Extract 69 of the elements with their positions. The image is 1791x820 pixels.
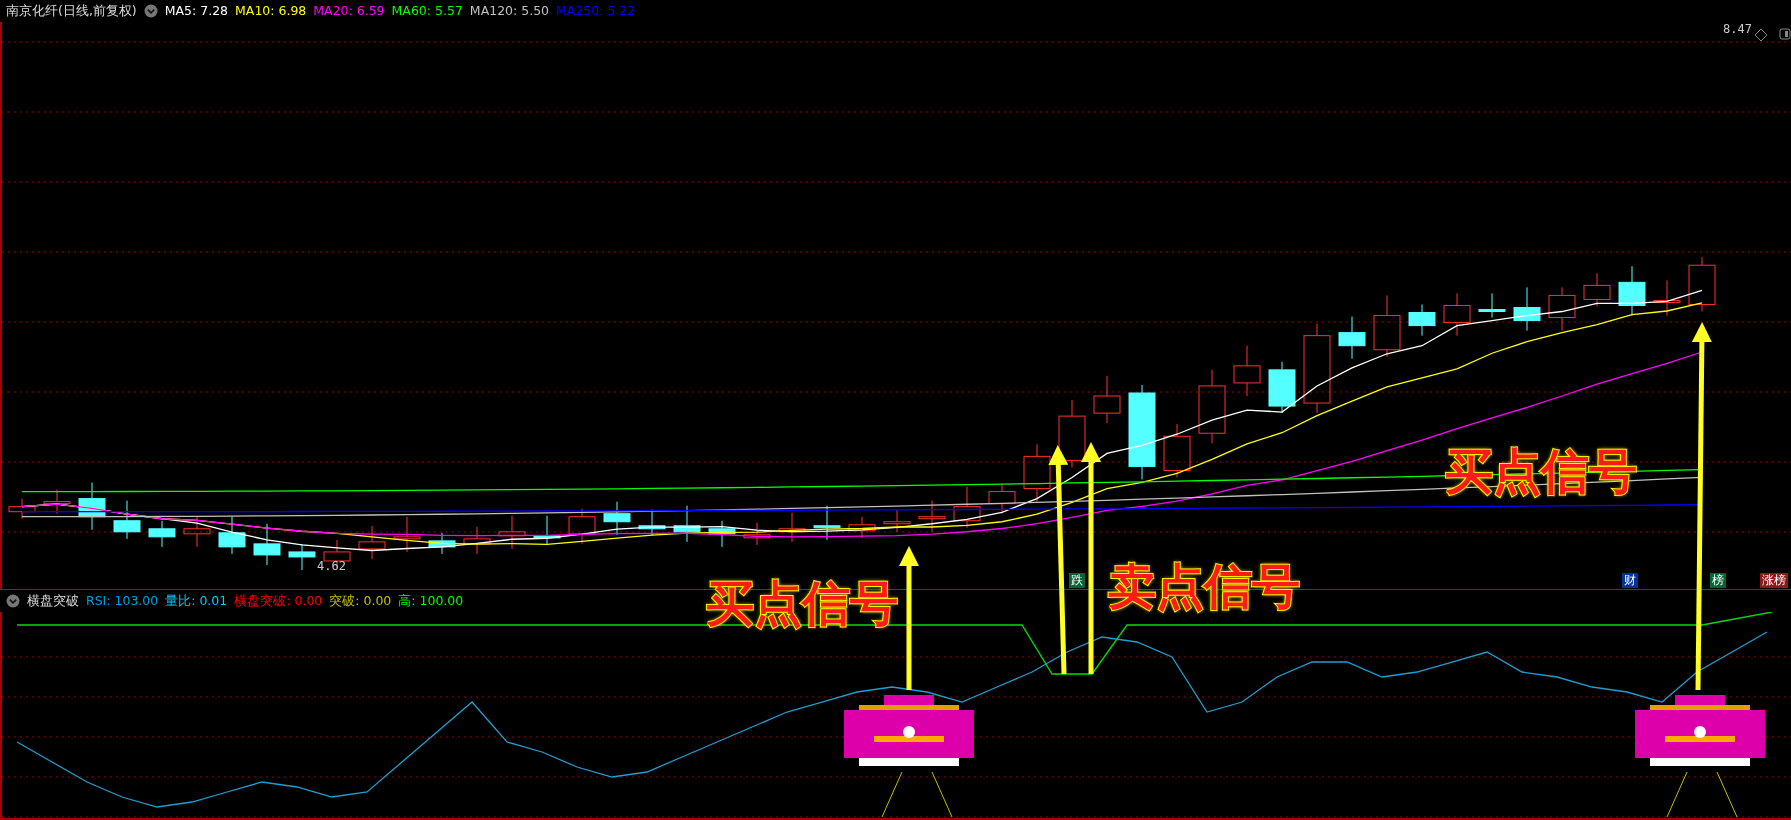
legend-value: MA250: 5.22 bbox=[556, 4, 636, 18]
candlestick bbox=[148, 520, 176, 548]
event-tag[interactable]: 涨榜 bbox=[1760, 573, 1788, 588]
candlestick bbox=[778, 512, 806, 543]
candlestick bbox=[1093, 375, 1121, 424]
candlestick bbox=[393, 516, 421, 553]
candlestick bbox=[498, 515, 526, 550]
candlestick bbox=[78, 482, 106, 531]
candlestick bbox=[358, 525, 386, 560]
candlestick bbox=[883, 509, 911, 533]
candlestick bbox=[848, 516, 876, 539]
candlestick bbox=[1023, 443, 1051, 503]
candlestick bbox=[813, 505, 841, 541]
candlestick bbox=[638, 509, 666, 537]
candlestick bbox=[1373, 294, 1401, 358]
candlestick bbox=[8, 498, 36, 520]
candlestick bbox=[1058, 399, 1086, 468]
candlestick bbox=[568, 508, 596, 545]
candlestick bbox=[1583, 272, 1611, 307]
candlestick bbox=[953, 486, 981, 529]
event-tag[interactable]: 财 bbox=[1622, 573, 1638, 588]
price-high-label: 8.47 bbox=[1723, 22, 1752, 36]
legend-value: MA120: 5.50 bbox=[469, 4, 550, 18]
candlestick bbox=[1233, 345, 1261, 397]
signal-label: 买点信号 bbox=[706, 574, 898, 633]
candlestick bbox=[1443, 292, 1471, 337]
candlestick bbox=[918, 500, 946, 533]
legend-value: RSI: 103.00 bbox=[86, 594, 159, 608]
diamond-icon[interactable] bbox=[1754, 28, 1768, 42]
candlestick bbox=[1478, 292, 1506, 319]
candlestick bbox=[113, 500, 141, 540]
candlestick bbox=[1688, 256, 1716, 312]
candlestick bbox=[463, 526, 491, 555]
dropdown-icon[interactable] bbox=[6, 594, 20, 608]
candlestick bbox=[673, 505, 701, 543]
panel-toggle-icon[interactable] bbox=[1779, 28, 1791, 40]
candlestick bbox=[1653, 279, 1681, 317]
candlestick bbox=[1408, 303, 1436, 337]
chart-title: 横盘突破 bbox=[27, 594, 79, 608]
candlestick bbox=[183, 516, 211, 548]
candlestick bbox=[1338, 316, 1366, 360]
candlestick bbox=[288, 543, 316, 571]
price-low-label: 4.62 bbox=[317, 559, 346, 573]
legend-value: MA20: 6.59 bbox=[313, 4, 385, 18]
candlestick bbox=[708, 520, 736, 548]
candlestick bbox=[43, 489, 71, 515]
candlestick bbox=[428, 532, 456, 555]
candlestick bbox=[988, 483, 1016, 515]
event-tag[interactable]: 榜 bbox=[1710, 573, 1726, 588]
chart-title: 南京化纤(日线,前复权) bbox=[6, 4, 137, 18]
candlestick bbox=[743, 522, 771, 546]
legend-value: 横盘突破: 0.00 bbox=[234, 594, 323, 608]
candlestick bbox=[1268, 361, 1296, 414]
candlestick bbox=[1163, 423, 1191, 478]
legend-value: MA5: 7.28 bbox=[164, 4, 229, 18]
legend-value: MA10: 6.98 bbox=[235, 4, 307, 18]
candlestick bbox=[1513, 286, 1541, 332]
candlestick bbox=[1618, 265, 1646, 317]
legend-value: MA60: 5.57 bbox=[391, 4, 463, 18]
candlestick bbox=[603, 501, 631, 536]
dropdown-icon[interactable] bbox=[143, 4, 158, 18]
legend-value: 量比: 0.01 bbox=[165, 594, 228, 608]
candlestick bbox=[218, 516, 246, 555]
legend-value: 突破: 0.00 bbox=[329, 594, 392, 608]
candlestick bbox=[1548, 286, 1576, 332]
legend-value: 高: 100.00 bbox=[398, 594, 464, 608]
candlestick bbox=[533, 515, 561, 545]
candlestick bbox=[253, 523, 281, 566]
event-tag[interactable]: 跌 bbox=[1069, 573, 1085, 588]
